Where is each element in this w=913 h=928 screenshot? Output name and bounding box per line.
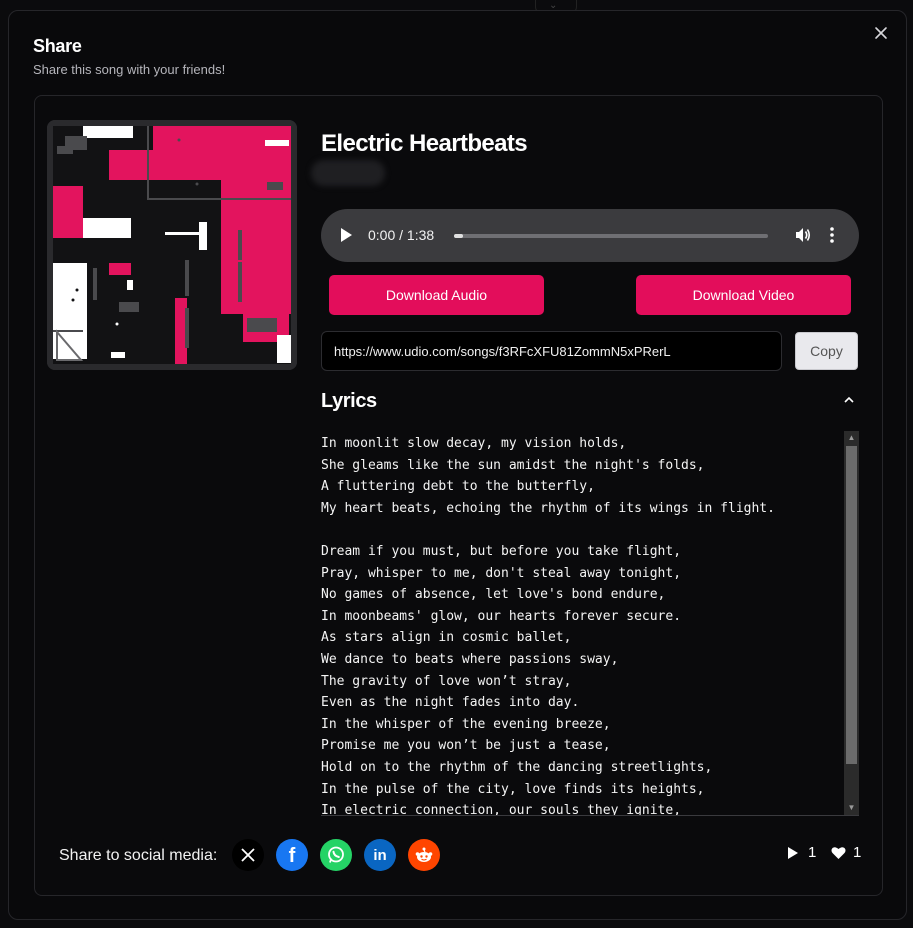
download-video-button[interactable]: Download Video [636,275,851,315]
facebook-icon[interactable]: f [276,839,308,871]
copy-button[interactable]: Copy [795,332,858,370]
whatsapp-icon[interactable] [320,839,352,871]
artist-name-redacted [311,160,385,186]
close-icon[interactable] [872,26,890,44]
modal-title: Share [33,36,82,56]
social-share-label: Share to social media: [59,847,218,864]
more-options-icon[interactable] [829,225,835,250]
share-card: Electric Heartbeats 0:00 / 1:38 Download… [34,95,883,896]
play-icon[interactable] [341,228,352,242]
lyrics-heading: Lyrics [321,390,377,412]
like-count[interactable]: 1 [831,844,861,861]
share-url-field[interactable]: https://www.udio.com/songs/f3RFcXFU81Zom… [321,331,782,371]
song-title: Electric Heartbeats [321,130,528,157]
share-modal: Share Share this song with your friends! [8,10,907,920]
lyrics-panel[interactable]: In moonlit slow decay, my vision holds, … [321,431,859,816]
modal-subtitle: Share this song with your friends! [33,62,226,77]
play-count-value: 1 [808,844,817,861]
player-progress-bar[interactable] [454,234,768,238]
download-audio-button[interactable]: Download Audio [329,275,544,315]
heart-icon[interactable] [831,846,846,860]
audio-player: 0:00 / 1:38 [321,209,859,262]
linkedin-icon[interactable]: in [364,839,396,871]
player-progress-fill [454,234,464,238]
player-time: 0:00 / 1:38 [368,227,435,243]
scroll-down-icon[interactable]: ▼ [844,801,859,815]
like-count-value: 1 [853,844,862,861]
lyrics-scrollbar[interactable]: ▲ ▼ [844,431,859,815]
x-icon[interactable] [232,839,264,871]
play-count: 1 [787,844,816,861]
scrollbar-thumb[interactable] [846,446,857,764]
lyrics-text: In moonlit slow decay, my vision holds, … [321,436,775,816]
volume-icon[interactable] [793,225,813,250]
chevron-up-icon[interactable] [843,392,855,410]
play-count-icon [788,846,798,859]
reddit-icon[interactable] [408,839,440,871]
scroll-up-icon[interactable]: ▲ [844,431,859,445]
song-cover-art [47,120,297,370]
